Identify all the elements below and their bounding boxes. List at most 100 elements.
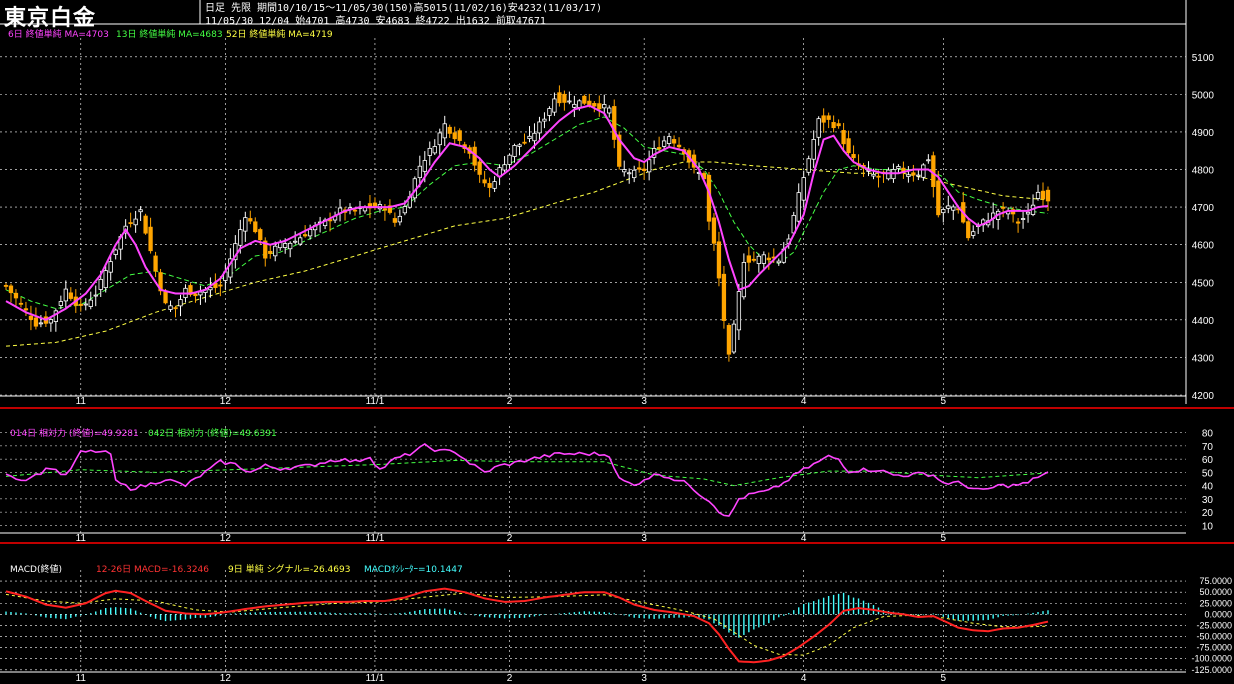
- price-tick-label: 4300: [1192, 353, 1215, 364]
- candle-body: [3, 285, 9, 287]
- candle-body: [572, 103, 577, 108]
- candle-body: [148, 226, 153, 252]
- candle-body: [537, 121, 542, 134]
- candle-body: [661, 140, 667, 147]
- macd-tick-label: -100.0000: [1191, 654, 1232, 664]
- candle-body: [597, 103, 602, 110]
- candle-body: [1020, 218, 1026, 220]
- candle-body: [896, 166, 901, 169]
- candle-body: [382, 208, 388, 211]
- candle-body: [392, 218, 398, 223]
- candle-body: [103, 270, 108, 289]
- candle-body: [1035, 191, 1041, 199]
- candle-body: [178, 299, 183, 307]
- candle-body: [163, 291, 168, 304]
- candle-body: [532, 132, 537, 142]
- candle-body: [776, 260, 781, 264]
- price-tick-label: 4600: [1192, 241, 1215, 252]
- candle-body: [766, 257, 771, 261]
- candle-body: [502, 164, 507, 171]
- candle-body: [302, 234, 308, 237]
- macd-tick-label: -50.0000: [1196, 632, 1232, 642]
- candle-body: [826, 115, 831, 120]
- price-tick-label: 4700: [1192, 203, 1215, 214]
- candle-body: [402, 206, 407, 214]
- candle-body: [951, 206, 956, 211]
- candle-body: [218, 284, 223, 287]
- candle-body: [716, 241, 722, 279]
- rsi-panel-series: [5, 443, 1049, 517]
- price-tick-label: 4800: [1192, 166, 1215, 177]
- candle-body: [751, 258, 756, 261]
- candle-body: [83, 303, 88, 306]
- price-tick-label: 4200: [1192, 391, 1215, 402]
- candle-body: [28, 315, 34, 320]
- candle-body: [851, 154, 856, 159]
- month-tick-label: 12: [220, 673, 232, 684]
- candle-body: [731, 323, 737, 353]
- candle-body: [921, 164, 926, 178]
- candle-body: [18, 302, 24, 305]
- candle-body: [746, 255, 752, 263]
- price-tick-label: 4500: [1192, 278, 1215, 289]
- month-tick-label: 5: [941, 396, 947, 407]
- macd-tick-label: -25.0000: [1196, 620, 1232, 630]
- candle-body: [422, 160, 427, 172]
- candle-body: [427, 147, 432, 156]
- candle-body: [876, 175, 881, 178]
- chart-canvas: 4200430044004500460047004800490050005100…: [0, 0, 1234, 684]
- rsi14-line: [5, 443, 1049, 517]
- candle-body: [437, 132, 442, 146]
- candle-body: [552, 98, 557, 113]
- candle-body: [926, 159, 931, 162]
- month-tick-label: 11: [76, 533, 87, 544]
- candle-body: [567, 100, 572, 103]
- candle-body: [8, 285, 14, 294]
- month-tick-label: 11/1: [366, 533, 385, 544]
- candle-body: [13, 292, 19, 299]
- candle-body: [397, 215, 403, 223]
- candle-body: [582, 95, 587, 104]
- macd-tick-label: -75.0000: [1196, 643, 1232, 653]
- candle-body: [352, 209, 358, 212]
- candle-body: [1025, 211, 1031, 215]
- month-tick-label: 11/1: [366, 673, 385, 684]
- candle-body: [487, 183, 492, 188]
- candle-body: [33, 317, 39, 327]
- price-tick-label: 4900: [1192, 128, 1215, 139]
- month-tick-label: 2: [507, 533, 513, 544]
- candle-body: [88, 299, 93, 307]
- candle-body: [58, 301, 63, 306]
- month-tick-label: 4: [801, 396, 807, 407]
- candle-body: [517, 144, 522, 147]
- candle-body: [741, 262, 747, 298]
- candle-body: [796, 192, 801, 222]
- candle-body: [243, 217, 248, 232]
- candle-body: [253, 221, 258, 233]
- candle-body: [268, 250, 273, 254]
- candle-body: [258, 229, 263, 241]
- month-tick-label: 4: [801, 673, 807, 684]
- candle-body: [622, 169, 627, 173]
- candle-body: [1000, 206, 1006, 209]
- candle-body: [911, 172, 916, 176]
- candle-body: [482, 179, 487, 184]
- candle-body: [442, 123, 447, 139]
- candle-body: [507, 154, 512, 165]
- candle-body: [886, 169, 891, 180]
- candle-body: [542, 118, 547, 122]
- candle-body: [512, 145, 517, 157]
- candle-body: [168, 305, 173, 310]
- ma52-series: [5, 161, 1049, 347]
- rsi-tick-label: 40: [1202, 482, 1214, 493]
- candle-body: [841, 130, 846, 145]
- candle-body: [761, 254, 766, 264]
- candle-body: [592, 103, 597, 107]
- ma52-line: [5, 161, 1049, 347]
- candle-body: [432, 146, 437, 154]
- candle-body: [671, 139, 677, 144]
- candle-body: [417, 165, 422, 179]
- candle-body: [557, 92, 562, 104]
- candle-body: [647, 159, 652, 173]
- candle-body: [63, 288, 68, 302]
